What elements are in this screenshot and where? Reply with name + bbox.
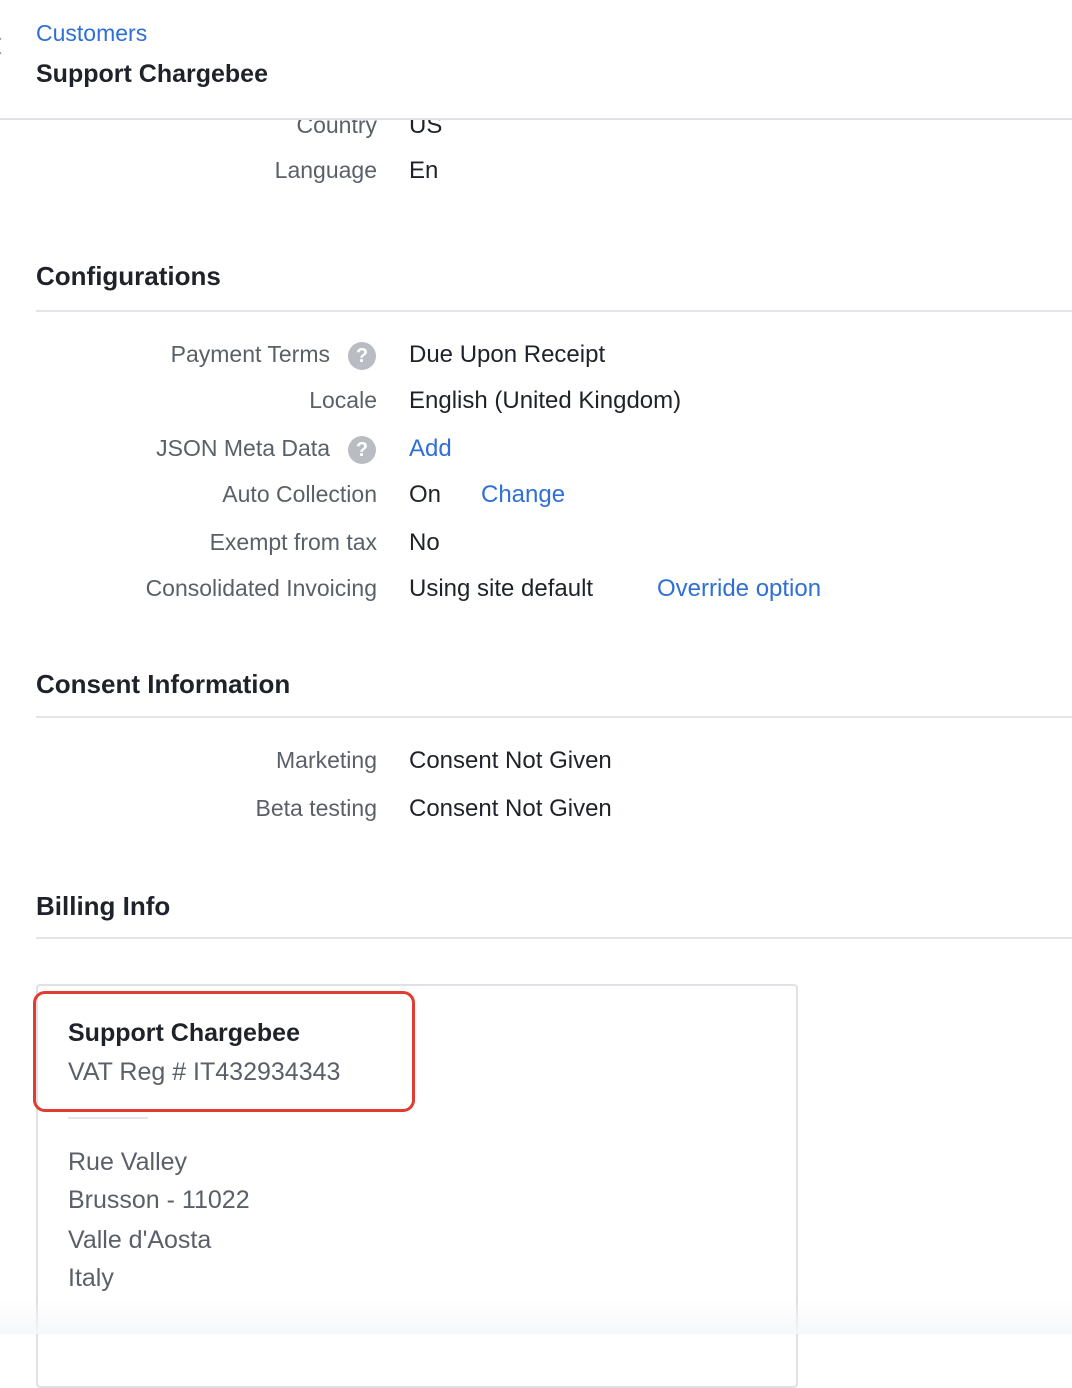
consolidated-invoicing-value: Using site default — [409, 575, 594, 602]
beta-testing-value: Consent Not Given — [409, 795, 612, 822]
address-line: Rue Valley — [68, 1148, 188, 1176]
json-meta-label: JSON Meta Data — [156, 435, 330, 461]
marketing-label: Marketing — [276, 747, 377, 773]
config-row-locale: Locale English (United Kingdom) — [0, 387, 1072, 427]
detail-row-language: Language En — [0, 157, 1072, 197]
page-header: Customers Support Chargebee — [0, 0, 1072, 120]
exempt-tax-label: Exempt from tax — [209, 529, 377, 555]
auto-collection-change-link[interactable]: Change — [481, 481, 565, 509]
payment-terms-label: Payment Terms — [170, 341, 330, 367]
address-line: Brusson - 11022 — [68, 1186, 250, 1214]
address-line: Italy — [68, 1264, 114, 1292]
config-row-auto-collection: Auto Collection On Change — [0, 481, 1072, 521]
language-value: En — [409, 157, 439, 184]
consent-title: Consent Information — [36, 669, 291, 699]
page-title: Support Chargebee — [36, 60, 268, 88]
billing-title: Billing Info — [36, 891, 171, 921]
payment-terms-value: Due Upon Receipt — [409, 341, 606, 368]
config-row-exempt-tax: Exempt from tax No — [0, 529, 1072, 569]
section-divider — [36, 310, 1072, 312]
consent-row-beta-testing: Beta testing Consent Not Given — [0, 795, 1072, 835]
scroll-fade — [0, 1300, 1072, 1334]
consent-row-marketing: Marketing Consent Not Given — [0, 747, 1072, 787]
locale-value: English (United Kingdom) — [409, 387, 682, 414]
billing-divider — [68, 1117, 148, 1119]
question-circle-icon[interactable]: ? — [348, 342, 376, 370]
override-option-link[interactable]: Override option — [657, 575, 821, 603]
config-row-consolidated-invoicing: Consolidated Invoicing Using site defaul… — [0, 575, 1072, 615]
beta-testing-label: Beta testing — [255, 795, 377, 821]
config-row-payment-terms: Payment Terms ? Due Upon Receipt — [0, 341, 1072, 381]
marketing-value: Consent Not Given — [409, 747, 612, 774]
section-divider — [36, 937, 1072, 939]
question-circle-icon[interactable]: ? — [348, 436, 376, 464]
section-divider — [36, 716, 1072, 718]
json-meta-add-link[interactable]: Add — [409, 435, 452, 463]
config-row-json-meta: JSON Meta Data ? Add — [0, 435, 1072, 475]
exempt-tax-value: No — [409, 529, 440, 556]
chevron-left-icon[interactable] — [0, 37, 9, 55]
consolidated-invoicing-label: Consolidated Invoicing — [145, 575, 377, 601]
auto-collection-label: Auto Collection — [222, 481, 377, 507]
highlight-annotation — [33, 991, 415, 1112]
language-label: Language — [274, 157, 377, 183]
breadcrumb-customers[interactable]: Customers — [36, 20, 147, 47]
locale-label: Locale — [309, 387, 377, 413]
auto-collection-value: On — [409, 481, 442, 508]
configurations-title: Configurations — [36, 261, 221, 291]
address-line: Valle d'Aosta — [68, 1226, 212, 1254]
